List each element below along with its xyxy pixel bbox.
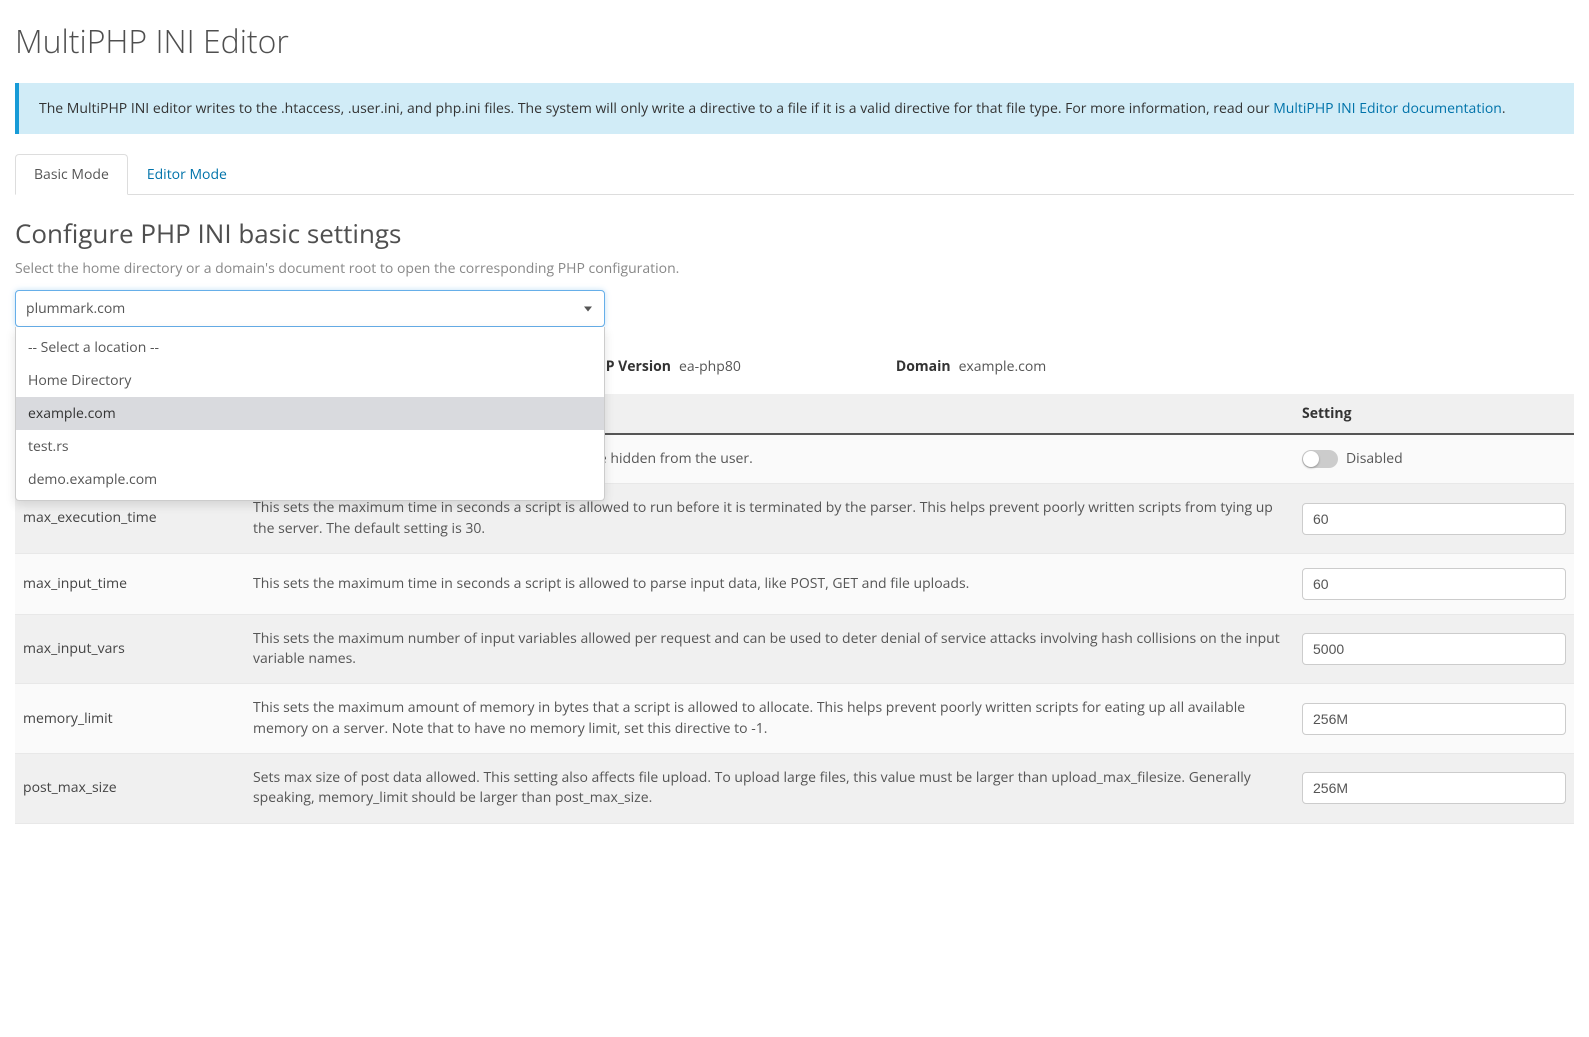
mode-tabs: Basic Mode Editor Mode [15, 154, 1574, 195]
php-version-meta: HP Version ea-php80 [595, 357, 741, 376]
location-select-wrapper: plummark.com -- Select a location --Home… [15, 290, 605, 327]
toggle-wrap: Disabled [1302, 449, 1566, 469]
chevron-down-icon [584, 306, 592, 311]
toggle-switch[interactable] [1302, 450, 1338, 468]
info-cell: Sets max size of post data allowed. This… [245, 754, 1294, 824]
alert-text-after: . [1502, 99, 1506, 118]
location-option[interactable]: -- Select a location -- [16, 331, 604, 364]
location-dropdown: -- Select a location --Home Directoryexa… [15, 327, 605, 501]
location-option[interactable]: example.com [16, 397, 604, 430]
tab-basic-mode[interactable]: Basic Mode [15, 154, 128, 195]
location-option[interactable]: demo.example.com [16, 463, 604, 496]
table-row: post_max_sizeSets max size of post data … [15, 754, 1574, 824]
location-option[interactable]: Home Directory [16, 364, 604, 397]
col-setting: Setting [1294, 394, 1574, 434]
directive-cell: memory_limit [15, 684, 245, 754]
section-title: Configure PHP INI basic settings [15, 215, 1574, 251]
location-option[interactable]: test.rs [16, 430, 604, 463]
setting-cell [1294, 754, 1574, 824]
directive-cell: post_max_size [15, 754, 245, 824]
php-version-label: HP Version [595, 357, 671, 376]
table-row: max_input_timeThis sets the maximum time… [15, 553, 1574, 614]
toggle-label: Disabled [1346, 449, 1403, 469]
directive-cell: max_input_vars [15, 614, 245, 684]
table-row: memory_limitThis sets the maximum amount… [15, 684, 1574, 754]
setting-input[interactable] [1302, 703, 1566, 735]
info-alert: The MultiPHP INI editor writes to the .h… [15, 83, 1574, 134]
domain-label: Domain [896, 357, 951, 376]
table-row: max_input_varsThis sets the maximum numb… [15, 614, 1574, 684]
setting-input[interactable] [1302, 772, 1566, 804]
info-cell: This sets the maximum amount of memory i… [245, 684, 1294, 754]
setting-input[interactable] [1302, 568, 1566, 600]
domain-meta: Domain example.com [896, 357, 1046, 376]
setting-input[interactable] [1302, 503, 1566, 535]
documentation-link[interactable]: MultiPHP INI Editor documentation [1273, 99, 1502, 118]
setting-cell [1294, 553, 1574, 614]
info-cell: This sets the maximum time in seconds a … [245, 553, 1294, 614]
domain-value: example.com [959, 357, 1047, 376]
setting-cell [1294, 484, 1574, 554]
location-select-value: plummark.com [26, 299, 125, 318]
setting-cell [1294, 684, 1574, 754]
setting-cell [1294, 614, 1574, 684]
directive-cell: max_input_time [15, 553, 245, 614]
section-description: Select the home directory or a domain's … [15, 259, 1574, 278]
page-title: MultiPHP INI Editor [15, 20, 1574, 63]
tab-editor-mode[interactable]: Editor Mode [128, 154, 246, 195]
location-select[interactable]: plummark.com [15, 290, 605, 327]
setting-cell: Disabled [1294, 434, 1574, 484]
php-version-value: ea-php80 [679, 357, 741, 376]
alert-text-before: The MultiPHP INI editor writes to the .h… [39, 99, 1273, 118]
setting-input[interactable] [1302, 633, 1566, 665]
info-cell: This sets the maximum number of input va… [245, 614, 1294, 684]
